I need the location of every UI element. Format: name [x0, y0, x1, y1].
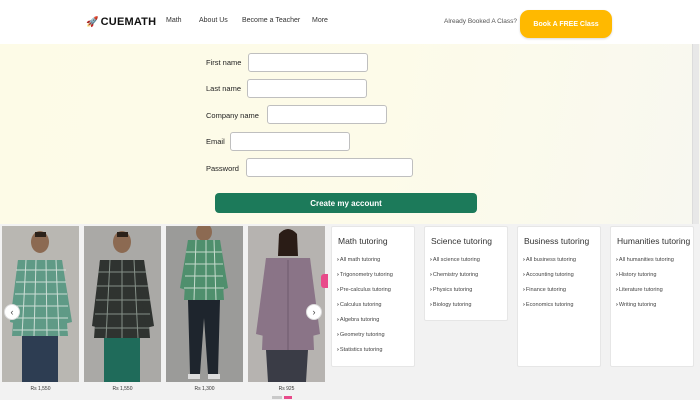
first-name-label: First name — [206, 58, 242, 67]
product-price: Rs 925 — [278, 386, 295, 392]
first-name-input[interactable] — [248, 53, 368, 72]
chevron-right-icon: › — [312, 307, 316, 317]
email-label: Email — [206, 137, 225, 146]
card-title: Humanities tutoring — [617, 236, 691, 246]
last-name-input[interactable] — [247, 79, 367, 98]
chevron-right-icon: › — [616, 302, 618, 308]
science-tutoring-card: Science tutoring ›All science tutoring ›… — [424, 226, 508, 321]
chevron-right-icon: › — [337, 272, 339, 278]
tutoring-link[interactable]: ›Physics tutoring — [430, 287, 480, 302]
product-price: Rs 1,550 — [112, 386, 133, 392]
nav-link-math[interactable]: Math — [166, 17, 182, 24]
tutoring-links: ›All math tutoring ›Trigonometry tutorin… — [337, 257, 393, 362]
tutoring-link[interactable]: ›Chemistry tutoring — [430, 272, 480, 287]
nav-link-about-us[interactable]: About Us — [199, 17, 228, 24]
product-price: Rs 1,300 — [194, 386, 215, 392]
card-title: Math tutoring — [338, 236, 388, 246]
company-name-input[interactable] — [267, 105, 387, 124]
password-label: Password — [206, 164, 239, 173]
chevron-right-icon: › — [337, 287, 339, 293]
tutoring-link[interactable]: ›Economics tutoring — [523, 302, 576, 317]
carousel-prev-button[interactable]: ‹ — [4, 304, 20, 320]
tutoring-link[interactable]: ›Accounting tutoring — [523, 272, 576, 287]
chevron-right-icon: › — [337, 317, 339, 323]
chevron-right-icon: › — [430, 287, 432, 293]
last-name-label: Last name — [206, 84, 242, 93]
nav-link-more[interactable]: More — [312, 17, 328, 24]
business-tutoring-card: Business tutoring ›All business tutoring… — [517, 226, 601, 367]
tutoring-link[interactable]: ›Trigonometry tutoring — [337, 272, 393, 287]
chevron-right-icon: › — [337, 332, 339, 338]
chevron-right-icon: › — [430, 302, 432, 308]
create-account-button[interactable]: Create my account — [215, 193, 477, 213]
chevron-right-icon: › — [337, 347, 339, 353]
company-name-label: Company name — [206, 111, 259, 120]
rocket-icon: 🚀 — [86, 17, 99, 28]
side-tab[interactable] — [321, 274, 328, 288]
logo-text: CUEMATH — [100, 16, 157, 28]
product-image-black-check-shirt — [84, 226, 161, 382]
product-card[interactable] — [84, 226, 161, 382]
page-scrollbar[interactable] — [692, 44, 699, 224]
humanities-tutoring-card: Humanities tutoring ›All humanities tuto… — [610, 226, 694, 367]
tutoring-links: ›All science tutoring ›Chemistry tutorin… — [430, 257, 480, 317]
nav-link-become-teacher[interactable]: Become a Teacher — [242, 17, 300, 24]
math-tutoring-card: Math tutoring ›All math tutoring ›Trigon… — [331, 226, 415, 367]
chevron-right-icon: › — [430, 257, 432, 263]
already-booked-link[interactable]: Already Booked A Class? — [444, 18, 517, 25]
tutoring-link[interactable]: ›Pre-calculus tutoring — [337, 287, 393, 302]
product-image-green-check-shirt-full — [166, 226, 243, 382]
cuemath-logo[interactable]: 🚀 CUEMATH — [86, 16, 156, 28]
chevron-right-icon: › — [337, 257, 339, 263]
tutoring-link[interactable]: ›All science tutoring — [430, 257, 480, 272]
tutoring-link[interactable]: ›Geometry tutoring — [337, 332, 393, 347]
tutoring-links: ›All business tutoring ›Accounting tutor… — [523, 257, 576, 317]
tutoring-link[interactable]: ›Writing tutoring — [616, 302, 674, 317]
chevron-right-icon: › — [523, 287, 525, 293]
tutoring-link[interactable]: ›All math tutoring — [337, 257, 393, 272]
tutoring-link[interactable]: ›Biology tutoring — [430, 302, 480, 317]
chevron-right-icon: › — [616, 272, 618, 278]
email-input[interactable] — [230, 132, 350, 151]
top-navbar: 🚀 CUEMATH Math About Us Become a Teacher … — [0, 0, 700, 45]
chevron-right-icon: › — [523, 257, 525, 263]
chevron-right-icon: › — [616, 257, 618, 263]
price-rating-dots — [272, 396, 292, 399]
chevron-right-icon: › — [523, 272, 525, 278]
product-price: Rs 1,550 — [30, 386, 51, 392]
chevron-right-icon: › — [523, 302, 525, 308]
chevron-right-icon: › — [616, 287, 618, 293]
tutoring-link[interactable]: ›Literature tutoring — [616, 287, 674, 302]
tutoring-link[interactable]: ›History tutoring — [616, 272, 674, 287]
password-input[interactable] — [246, 158, 413, 177]
tutoring-link[interactable]: ›Algebra tutoring — [337, 317, 393, 332]
book-free-class-button[interactable]: Book A FREE Class — [520, 10, 612, 38]
tutoring-link[interactable]: ›All business tutoring — [523, 257, 576, 272]
chevron-right-icon: › — [337, 302, 339, 308]
carousel-next-button[interactable]: › — [306, 304, 322, 320]
tutoring-link[interactable]: ›All humanities tutoring — [616, 257, 674, 272]
tutoring-link[interactable]: ›Statistics tutoring — [337, 347, 393, 362]
card-title: Science tutoring — [431, 236, 492, 246]
tutoring-links: ›All humanities tutoring ›History tutori… — [616, 257, 674, 317]
card-title: Business tutoring — [524, 236, 590, 246]
tutoring-link[interactable]: ›Calculus tutoring — [337, 302, 393, 317]
product-card[interactable] — [166, 226, 243, 382]
chevron-right-icon: › — [430, 272, 432, 278]
tutoring-link[interactable]: ›Finance tutoring — [523, 287, 576, 302]
chevron-left-icon: ‹ — [10, 307, 14, 317]
